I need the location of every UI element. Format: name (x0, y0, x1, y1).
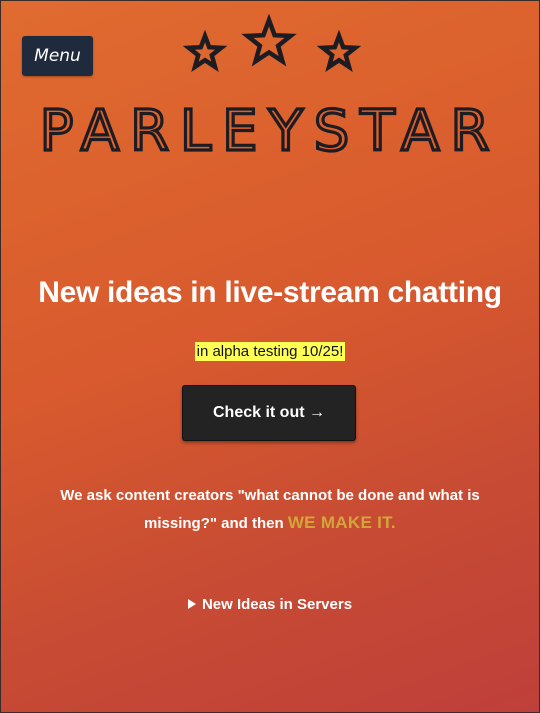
brand-name: PARLEYSTAR (40, 99, 501, 160)
disclosure-summary: New Ideas in Servers (201, 596, 353, 613)
pitch-body: We ask content creators "what cannot be … (60, 487, 480, 532)
menu-button[interactable]: Menu (22, 36, 93, 76)
pitch-accent: WE MAKE IT. (287, 513, 396, 532)
stars-logo (182, 14, 362, 72)
servers-disclosure[interactable]: New Ideas in Servers (0, 596, 540, 613)
brand-wordmark: PARLEYSTAR (0, 98, 540, 160)
star-outline-icon (182, 29, 228, 72)
alpha-badge: in alpha testing 10/25! (194, 342, 346, 361)
pitch-text: We ask content creators "what cannot be … (60, 482, 480, 537)
star-outline-icon (316, 29, 362, 72)
star-outline-icon (241, 14, 297, 67)
disclosure-triangle-icon (187, 599, 196, 609)
check-it-out-button[interactable]: Check it out → (182, 385, 356, 441)
hero-headline: New ideas in live-stream chatting (38, 276, 502, 309)
